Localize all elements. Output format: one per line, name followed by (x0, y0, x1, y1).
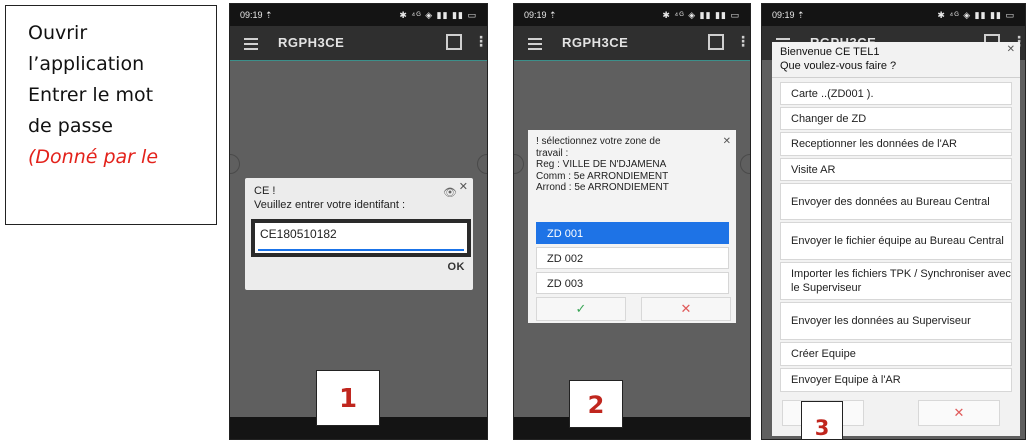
status-icons: ✱ ⁴ᴳ ◈ ▮▮ ▮▮ ▭ (399, 10, 477, 20)
app-title: RGPH3CE (562, 35, 629, 50)
step-number-2: 2 (569, 380, 623, 428)
menu-item-envoyer-bureau-central[interactable]: Envoyer des données au Bureau Central (780, 183, 1012, 220)
instruction-line: Entrer le mot (28, 84, 154, 106)
dialog-title: Bienvenue CE TEL1 (780, 46, 880, 58)
menu-item-envoyer-fichier-equipe[interactable]: Envoyer le fichier équipe au Bureau Cent… (780, 222, 1012, 260)
close-icon[interactable]: ✕ (723, 136, 731, 147)
info-line: Reg : VILLE DE N'DJAMENA (536, 159, 667, 171)
status-bar: 09:19 ⇡ ✱ ⁴ᴳ ◈ ▮▮ ▮▮ ▭ (230, 4, 487, 26)
status-bar: 09:19 ⇡ ✱ ⁴ᴳ ◈ ▮▮ ▮▮ ▭ (514, 4, 750, 26)
status-time: 09:19 ⇡ (524, 10, 557, 20)
info-line: Comm : 5e ARRONDIEMENT (536, 170, 669, 182)
close-icon[interactable]: ✕ (1007, 44, 1015, 55)
zone-info: ! sélectionnez votre zone de travail : R… (536, 136, 716, 194)
menu-item-envoyer-equipe-ar[interactable]: Envoyer Equipe à l'AR (780, 368, 1012, 392)
navigation-bar (514, 417, 750, 439)
confirm-button[interactable]: ✓ (536, 297, 626, 321)
divider (230, 60, 487, 61)
identifier-value: CE180510182 (260, 227, 337, 241)
step-number-3: 3 (801, 401, 843, 439)
input-underline (258, 249, 464, 251)
status-time: 09:19 ⇡ (240, 10, 273, 20)
instruction-line: de passe (28, 115, 113, 137)
status-icons: ✱ ⁴ᴳ ◈ ▮▮ ▮▮ ▭ (937, 10, 1015, 20)
menu-item-importer-tpk[interactable]: Importer les fichiers TPK / Synchroniser… (780, 262, 1012, 300)
instruction-line: Ouvrir (28, 22, 88, 44)
info-line: ! sélectionnez votre zone de (536, 136, 661, 147)
menu-item-envoyer-superviseur[interactable]: Envoyer les données au Superviseur (780, 302, 1012, 340)
zone-option-selected[interactable]: ZD 001 (536, 222, 729, 244)
zone-option[interactable]: ZD 003 (536, 272, 729, 294)
edit-icon[interactable] (708, 34, 724, 50)
edit-icon[interactable] (446, 34, 462, 50)
status-time: 09:19 ⇡ (772, 10, 805, 20)
cancel-button[interactable]: ✕ (918, 400, 1000, 426)
app-bar: RGPH3CE ⋮ (230, 26, 487, 60)
info-line: travail : (536, 147, 569, 159)
app-bar: RGPH3CE ⋮ (514, 26, 750, 60)
more-options-icon[interactable]: ⋮ (474, 33, 487, 50)
menu-icon[interactable] (528, 35, 542, 53)
instruction-line: l’application (28, 53, 145, 75)
divider (514, 60, 750, 61)
menu-icon[interactable] (244, 35, 258, 53)
menu-item-visite-ar[interactable]: Visite AR (780, 158, 1012, 181)
phone-screen-3: 09:19 ⇡ ✱ ⁴ᴳ ◈ ▮▮ ▮▮ ▭ RGPH3CE ⋮ Bienven… (761, 3, 1026, 440)
swipe-left-handle[interactable] (230, 154, 240, 174)
status-icons: ✱ ⁴ᴳ ◈ ▮▮ ▮▮ ▭ (662, 10, 740, 20)
instruction-note: (Donné par le (28, 146, 159, 168)
swipe-left-handle[interactable] (514, 154, 524, 174)
divider (772, 77, 1020, 78)
zone-select-dialog: ! sélectionnez votre zone de travail : R… (528, 130, 736, 323)
identifier-input[interactable]: CE180510182 (251, 219, 471, 257)
more-options-icon[interactable]: ⋮ (736, 33, 750, 50)
menu-item-changer-zd[interactable]: Changer de ZD (780, 107, 1012, 130)
info-line: Arrond : 5e ARRONDIEMENT (536, 182, 669, 194)
status-bar: 09:19 ⇡ ✱ ⁴ᴳ ◈ ▮▮ ▮▮ ▭ (762, 4, 1025, 26)
swipe-right-handle[interactable] (740, 154, 750, 174)
instruction-box: Ouvrir l’application Entrer le mot de pa… (5, 5, 217, 225)
dialog-title: CE ! (254, 185, 276, 197)
menu-item-creer-equipe[interactable]: Créer Equipe (780, 342, 1012, 366)
swipe-right-handle[interactable] (477, 154, 487, 174)
dialog-prompt: Veuillez entrer votre identifant : (254, 199, 406, 211)
phone-screen-2: 09:19 ⇡ ✱ ⁴ᴳ ◈ ▮▮ ▮▮ ▭ RGPH3CE ⋮ ! sélec… (513, 3, 751, 440)
dialog-subtitle: Que voulez-vous faire ? (780, 60, 897, 72)
zone-option[interactable]: ZD 002 (536, 247, 729, 269)
menu-item-carte[interactable]: Carte ..(ZD001 ). (780, 82, 1012, 105)
app-title: RGPH3CE (278, 35, 345, 50)
login-dialog: CE ! Veuillez entrer votre identifant : … (245, 178, 473, 290)
phone-screen-1: 09:19 ⇡ ✱ ⁴ᴳ ◈ ▮▮ ▮▮ ▭ RGPH3CE ⋮ CE ! Ve… (229, 3, 488, 440)
menu-item-receptionner-donnees[interactable]: Receptionner les données de l'AR (780, 132, 1012, 156)
close-icon[interactable]: ✕ (459, 180, 468, 193)
ok-button[interactable]: OK (448, 261, 466, 273)
step-number-1: 1 (316, 370, 380, 426)
main-menu-dialog: Bienvenue CE TEL1 Que voulez-vous faire … (772, 42, 1020, 436)
cancel-button[interactable]: ✕ (641, 297, 731, 321)
eye-icon[interactable]: 👁 (443, 186, 457, 199)
